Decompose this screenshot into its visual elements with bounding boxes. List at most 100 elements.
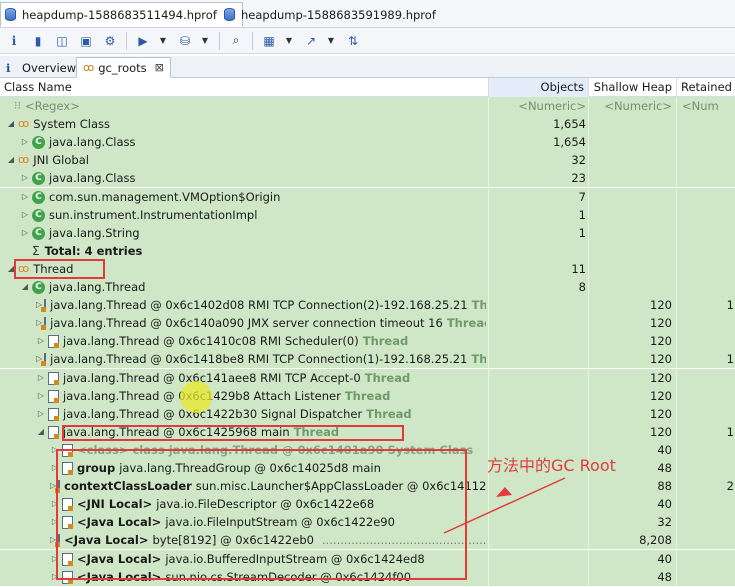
table-row[interactable]: ▷ java.lang.Thread @ 0x6c140a090 JMX serv… xyxy=(0,314,735,332)
collapsed-twisty-icon[interactable]: ▷ xyxy=(20,224,30,242)
shallow-heap-cell: 120 xyxy=(650,298,672,312)
table-row[interactable]: ▷ <Java Local> byte[8192] @ 0x6c1422eb0...… xyxy=(0,531,735,549)
shallow-heap-cell: 48 xyxy=(657,570,672,584)
dominator-tree-icon[interactable]: ◫ xyxy=(52,31,72,51)
collapsed-twisty-icon[interactable]: ▷ xyxy=(20,206,30,224)
reference-label: <Java Local> xyxy=(64,533,149,547)
table-row[interactable]: ▷ <Java Local> java.io.FileInputStream @ 0… xyxy=(0,513,735,531)
tab-label: gc_roots xyxy=(98,60,147,75)
collapsed-twisty-icon[interactable]: ▷ xyxy=(50,441,60,459)
close-icon[interactable]: ⊠ xyxy=(155,61,164,74)
objects-filter-input[interactable]: <Numeric> xyxy=(488,97,588,115)
table-row[interactable]: ◢ java.lang.Thread @ 0x6c1425968 main Thre… xyxy=(0,423,735,441)
collapsed-twisty-icon[interactable]: ▷ xyxy=(20,169,30,187)
class-name-cell: ◢ Cjava.lang.Thread xyxy=(20,278,486,296)
table-row[interactable]: ▷ group java.lang.ThreadGroup @ 0x6c14025d… xyxy=(0,459,735,477)
shallow-heap-cell: 88 xyxy=(657,479,672,493)
table-row[interactable]: ◢ ꝏ System Class 1,654 xyxy=(0,115,735,133)
editor-tab-heapdump-1[interactable]: heapdump-1588683511494.hprof ⊠ xyxy=(0,2,244,27)
query-browser-icon[interactable]: ⛁ xyxy=(175,31,195,51)
table-row[interactable]: ▷ Cjava.lang.Class 1,654 xyxy=(0,133,735,151)
column-header-class-name[interactable]: Class Name xyxy=(0,78,488,97)
table-row[interactable]: ▷ <Java Local> sun.nio.cs.StreamDecoder @ … xyxy=(0,568,735,586)
chevron-down-icon[interactable]: ▼ xyxy=(283,31,295,51)
objects-cell xyxy=(488,296,588,314)
row-label: java.lang.Class xyxy=(49,135,136,149)
collapsed-twisty-icon[interactable]: ▷ xyxy=(36,387,46,405)
objects-cell xyxy=(488,369,588,387)
chevron-down-icon[interactable]: ▼ xyxy=(157,31,169,51)
collapsed-twisty-icon[interactable]: ▷ xyxy=(50,568,60,586)
toolbar: i ▮ ◫ ▣ ⚙ ▶ ▼ ⛁ ▼ ⌕ ▦ ▼ ↗ ▼ ⇅ xyxy=(0,28,735,54)
retained-heap-cell xyxy=(676,387,735,405)
editor-tab-heapdump-2[interactable]: heapdump-1588683591989.hprof xyxy=(220,2,444,27)
oql-icon[interactable]: ▣ xyxy=(76,31,96,51)
table-row[interactable]: ▷ <class> class java.lang.Thread @ 0x6c14… xyxy=(0,441,735,459)
table-row[interactable]: ▷ Cjava.lang.String 1 xyxy=(0,224,735,242)
field-icon xyxy=(55,479,61,493)
column-header-shallow-heap[interactable]: Shallow Heap xyxy=(588,78,676,97)
table-row[interactable]: ▷ Ccom.sun.management.VMOption$Origin 7 xyxy=(0,188,735,206)
table-row[interactable]: ▷ <Java Local> java.io.BufferedInputStream… xyxy=(0,550,735,568)
row-label: sun.misc.Launcher$AppClassLoader @ 0x6c1… xyxy=(195,479,486,493)
expanded-twisty-icon[interactable]: ◢ xyxy=(6,260,16,278)
calculate-retained-icon[interactable]: ⇅ xyxy=(343,31,363,51)
table-row[interactable]: ▷ Cjava.lang.Class 23 xyxy=(0,169,735,187)
expanded-twisty-icon[interactable]: ◢ xyxy=(20,278,30,296)
table-row[interactable]: ▷ <JNI Local> java.io.FileDescriptor @ 0x6… xyxy=(0,495,735,513)
table-row[interactable]: ◢ ꝏ Thread 11 xyxy=(0,260,735,278)
table-row[interactable]: ◢ Cjava.lang.Thread 8 xyxy=(0,278,735,296)
retained-heap-cell xyxy=(676,531,735,549)
table-row[interactable]: ▷ java.lang.Thread @ 0x6c1418be8 RMI TCP … xyxy=(0,350,735,368)
chevron-down-icon[interactable]: ▼ xyxy=(199,31,211,51)
gc-roots-icon: ꝏ xyxy=(83,61,95,74)
collapsed-twisty-icon[interactable]: ▷ xyxy=(20,188,30,206)
gc-roots-table[interactable]: ⁝⁝ <Regex> <Numeric> <Numeric> <Num ◢ ꝏ Sy… xyxy=(0,97,735,587)
table-row[interactable]: ▷ java.lang.Thread @ 0x6c1410c08 RMI Sche… xyxy=(0,332,735,350)
collapsed-twisty-icon[interactable]: ▷ xyxy=(50,513,60,531)
tab-gc-roots[interactable]: ꝏ gc_roots ⊠ xyxy=(76,57,171,78)
histogram-icon[interactable]: ▮ xyxy=(28,31,48,51)
table-row[interactable]: ◢ ꝏ JNI Global 32 xyxy=(0,151,735,169)
group-by-icon[interactable]: ▦ xyxy=(259,31,279,51)
collapsed-twisty-icon[interactable]: ▷ xyxy=(50,495,60,513)
column-header-objects[interactable]: Objects xyxy=(488,78,588,97)
thread-overview-icon[interactable]: ⚙ xyxy=(100,31,120,51)
table-row[interactable]: Σ Total: 4 entries xyxy=(0,242,735,260)
expanded-twisty-icon[interactable]: ◢ xyxy=(36,423,46,441)
run-report-icon[interactable]: ▶ xyxy=(133,31,153,51)
collapsed-twisty-icon[interactable]: ▷ xyxy=(50,550,60,568)
filter-row[interactable]: ⁝⁝ <Regex> <Numeric> <Numeric> <Num xyxy=(0,97,735,115)
row-label: java.io.FileInputStream @ 0x6c1422e90 xyxy=(165,515,395,529)
table-row[interactable]: ▷ contextClassLoader sun.misc.Launcher$App… xyxy=(0,477,735,495)
expanded-twisty-icon[interactable]: ◢ xyxy=(6,151,16,169)
collapsed-twisty-icon[interactable]: ▷ xyxy=(36,405,46,423)
table-row[interactable]: ▷ java.lang.Thread @ 0x6c1422b30 Signal D… xyxy=(0,405,735,423)
collapsed-twisty-icon[interactable]: ▷ xyxy=(36,332,46,350)
expanded-twisty-icon[interactable]: ◢ xyxy=(6,115,16,133)
info-icon[interactable]: i xyxy=(4,31,24,51)
collapsed-twisty-icon[interactable]: ▷ xyxy=(20,133,30,151)
object-icon xyxy=(41,352,47,366)
export-icon[interactable]: ↗ xyxy=(301,31,321,51)
shallow-heap-cell: 120 xyxy=(650,425,672,439)
search-icon[interactable]: ⌕ xyxy=(226,31,246,51)
regex-filter-input[interactable]: <Regex> xyxy=(25,97,80,115)
object-icon xyxy=(48,334,59,348)
collapsed-twisty-icon[interactable]: ▷ xyxy=(50,459,60,477)
column-divider xyxy=(676,97,677,587)
objects-cell: 8 xyxy=(578,280,586,294)
table-row[interactable]: ▷ java.lang.Thread @ 0x6c1402d08 RMI TCP … xyxy=(0,296,735,314)
column-header-retained-heap[interactable]: Retained Heap xyxy=(676,78,735,97)
collapsed-twisty-icon[interactable]: ▷ xyxy=(36,369,46,387)
chevron-down-icon[interactable]: ▼ xyxy=(325,31,337,51)
table-row[interactable]: ▷ java.lang.Thread @ 0x6c141aee8 RMI TCP … xyxy=(0,369,735,387)
objects-cell: 11 xyxy=(571,262,586,276)
class-icon: C xyxy=(32,208,45,222)
retained-filter-input[interactable]: <Num xyxy=(676,97,735,115)
shallow-filter-input[interactable]: <Numeric> xyxy=(588,97,676,115)
table-row[interactable]: ▷ Csun.instrument.InstrumentationImpl 1 xyxy=(0,206,735,224)
tab-overview[interactable]: i Overview xyxy=(0,57,82,78)
retained-heap-cell xyxy=(676,513,735,531)
table-row[interactable]: ▷ java.lang.Thread @ 0x6c1429b8 Attach Li… xyxy=(0,387,735,405)
